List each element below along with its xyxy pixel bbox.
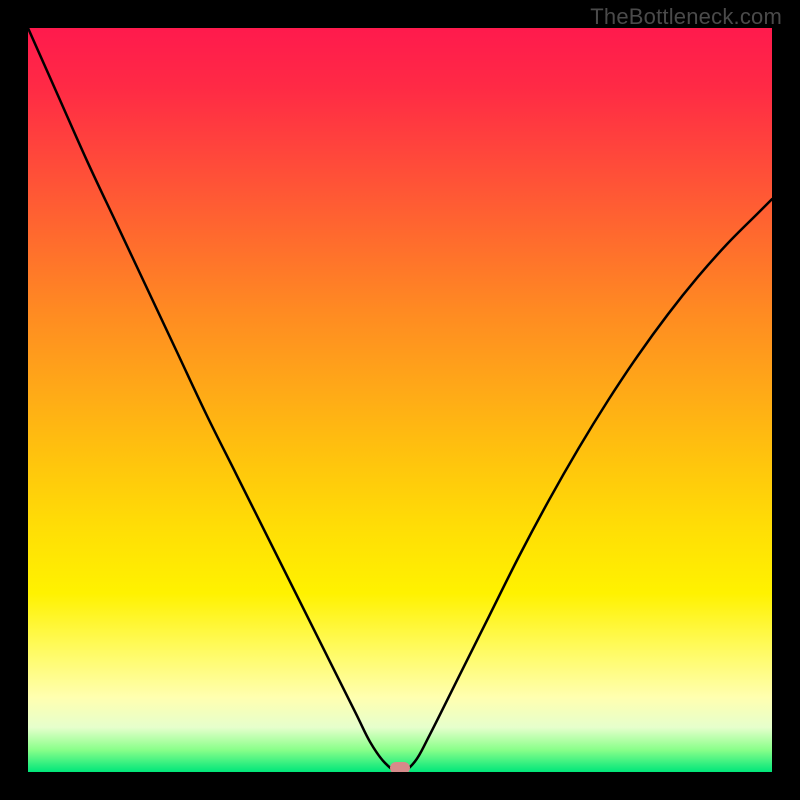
optimum-marker xyxy=(390,762,410,772)
chart-frame: TheBottleneck.com xyxy=(0,0,800,800)
watermark-text: TheBottleneck.com xyxy=(590,4,782,30)
plot-area xyxy=(28,28,772,772)
bottleneck-curve xyxy=(28,28,772,772)
